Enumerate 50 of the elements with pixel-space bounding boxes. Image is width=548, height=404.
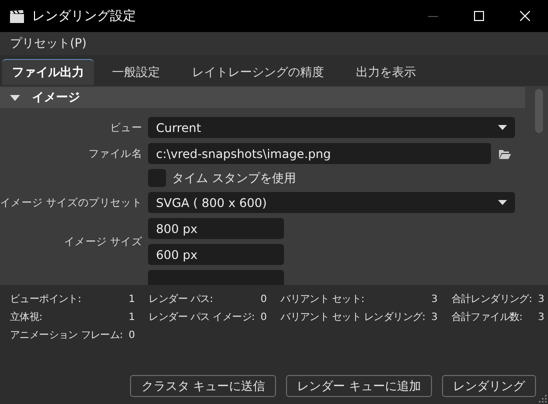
section-header[interactable]: イメージ xyxy=(0,87,525,108)
caret-icon xyxy=(498,125,507,130)
checkbox[interactable] xyxy=(148,169,166,187)
stat-value: 3 xyxy=(538,294,544,304)
stat-label: ビューポイント: xyxy=(10,293,81,306)
stat-value: 1 xyxy=(128,312,135,322)
field-label: イメージ サイズ xyxy=(63,234,142,248)
stat-label: 合計ファイル数: xyxy=(451,310,522,324)
input-field[interactable]: 800 px xyxy=(148,218,284,239)
maximize-icon xyxy=(474,11,484,21)
checkbox-label: タイム スタンプを使用 xyxy=(172,170,296,186)
input-field[interactable]: 600 px xyxy=(148,244,284,265)
section-title: イメージ xyxy=(32,89,80,106)
stat-value: 0 xyxy=(128,330,135,340)
dropdown[interactable]: Current xyxy=(148,117,515,138)
stat-label: バリアント セット: xyxy=(280,293,364,306)
field-label: ビュー xyxy=(108,120,142,134)
collapse-arrow-icon[interactable] xyxy=(10,94,20,102)
stat-label: レンダー パス イメージ: xyxy=(148,311,255,324)
tab[interactable]: 出力を表示 xyxy=(342,59,430,85)
close-icon xyxy=(520,11,530,21)
dropdown[interactable]: SVGA ( 800 x 600) xyxy=(148,192,515,213)
resize-grip-icon[interactable] xyxy=(539,395,547,403)
stat-label: 立体視: xyxy=(10,310,42,324)
input-field[interactable] xyxy=(148,270,284,285)
tab[interactable]: レイトレーシングの精度 xyxy=(178,59,338,85)
folder-icon[interactable] xyxy=(499,148,511,158)
action-button[interactable]: クラスタ キューに送信 xyxy=(130,375,276,397)
tab[interactable]: 一般設定 xyxy=(98,59,174,85)
field-label: ファイル名 xyxy=(87,146,142,160)
stat-value: 3 xyxy=(431,312,438,322)
stat-value: 1 xyxy=(128,294,135,304)
stat-value: 0 xyxy=(260,294,267,304)
input-field[interactable]: c:\vred-snapshots\image.png xyxy=(148,143,491,164)
stat-value: 3 xyxy=(431,294,438,304)
stat-label: 合計レンダリング: xyxy=(451,292,532,306)
menu-item[interactable]: プリセット(P) xyxy=(4,35,93,52)
stat-value: 0 xyxy=(260,312,267,322)
field-label: イメージ サイズのプリセット xyxy=(0,196,142,210)
clapperboard-icon xyxy=(10,10,24,22)
stat-label: バリアント セット レンダリング: xyxy=(280,311,426,324)
action-button[interactable]: レンダー キューに追加 xyxy=(286,375,432,397)
caret-icon xyxy=(498,200,507,205)
action-button[interactable]: レンダリング xyxy=(442,375,536,397)
stat-label: レンダー パス: xyxy=(148,293,213,306)
scrollbar-thumb[interactable] xyxy=(535,89,543,133)
tab[interactable]: ファイル出力 xyxy=(2,59,94,85)
stat-value: 3 xyxy=(538,312,544,322)
stat-label: アニメーション フレーム: xyxy=(10,329,123,342)
window-title: レンダリング設定 xyxy=(32,8,136,25)
